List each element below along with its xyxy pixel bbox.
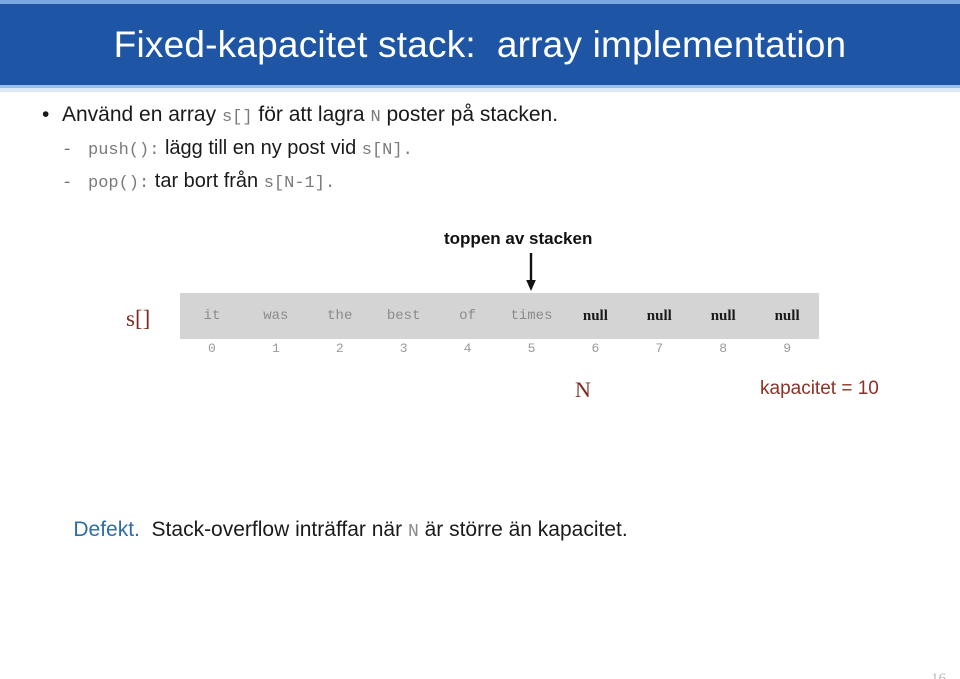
- array-index-row: 0 1 2 3 4 5 6 7 8 9: [180, 341, 819, 363]
- dash-marker-icon-2: -: [62, 174, 73, 193]
- array-cell: times: [510, 308, 553, 324]
- array-index: 5: [527, 341, 536, 356]
- page-title: Fixed-kapacitet stack: array implementat…: [113, 24, 847, 65]
- bullet-pop-code: pop():: [88, 174, 150, 193]
- array-cell: null: [710, 307, 736, 324]
- bullet-main-code-n: N: [370, 108, 381, 127]
- array-index: 4: [463, 341, 472, 356]
- array-index: 2: [335, 341, 344, 356]
- bullet-push-text: push(): lägg till en ny post vid s[N].: [88, 133, 413, 166]
- array-cell: null: [582, 307, 608, 324]
- bullet-pop-text: pop(): tar bort från s[N-1].: [88, 166, 335, 199]
- slide-canvas: Fixed-kapacitet stack: array implementat…: [0, 0, 960, 679]
- top-of-stack-label: toppen av stacken: [444, 229, 593, 248]
- bullet-main-code-s: s[]: [221, 108, 253, 127]
- slide-title-bar: Fixed-kapacitet stack: array implementat…: [0, 0, 960, 92]
- bullet-marker-icon: •: [42, 103, 50, 126]
- bullet-push-label: lägg till en ny post vid: [159, 137, 362, 159]
- defect-note-part2: är större än kapacitet.: [418, 518, 628, 541]
- array-index: 9: [783, 341, 792, 356]
- down-arrow-icon: [526, 253, 536, 291]
- array-cell: it: [203, 308, 221, 324]
- bullet-push-period: .: [402, 141, 413, 160]
- array-cell: was: [263, 308, 289, 324]
- array-variable-label: s[]: [126, 306, 151, 331]
- bullet-item-push: - push(): lägg till en ny post vid s[N].: [38, 133, 918, 166]
- defect-note-lead: Defekt.: [73, 518, 140, 541]
- bullet-main-text: Använd en array s[] för att lagra N post…: [62, 100, 558, 133]
- bullet-push-code: push():: [88, 141, 160, 160]
- array-cell: null: [646, 307, 672, 324]
- bullet-pop-code-sn: s[N-1]: [263, 174, 325, 193]
- defect-note: Defekt. Stack-overflow inträffar när N ä…: [50, 494, 628, 566]
- array-index: 1: [271, 341, 280, 356]
- array-index: 3: [399, 341, 408, 356]
- array-index: 6: [591, 341, 600, 356]
- array-cells-container: it was the best of times null null null …: [180, 293, 819, 339]
- bullet-item-pop: - pop(): tar bort från s[N-1].: [38, 166, 918, 199]
- bullet-list: • Använd en array s[] för att lagra N po…: [38, 100, 918, 199]
- defect-note-part1: Stack-overflow inträffar när: [139, 518, 408, 541]
- defect-note-code-n: N: [407, 522, 419, 542]
- bullet-pop-period: .: [324, 174, 336, 193]
- bullet-main-part3: poster på stacken.: [380, 103, 559, 126]
- bullet-main-part2: för att lagra: [252, 103, 371, 126]
- bullet-push-code-sn: s[N]: [361, 141, 403, 160]
- array-cell: best: [386, 308, 421, 324]
- array-cell: null: [774, 307, 800, 324]
- page-number: 16: [931, 671, 946, 679]
- dash-marker-icon: -: [62, 141, 73, 160]
- bullet-main-part1: Använd en array: [62, 103, 222, 126]
- array-index: 8: [719, 341, 728, 356]
- array-index: 0: [208, 341, 216, 356]
- n-pointer-label: N: [575, 377, 591, 402]
- array-index: 7: [655, 341, 664, 356]
- capacity-label: kapacitet = 10: [760, 378, 879, 399]
- bullet-pop-label: tar bort från: [149, 170, 264, 192]
- array-cell: the: [327, 308, 353, 324]
- bullet-item-main: • Använd en array s[] för att lagra N po…: [38, 100, 918, 133]
- array-cell: of: [459, 308, 476, 324]
